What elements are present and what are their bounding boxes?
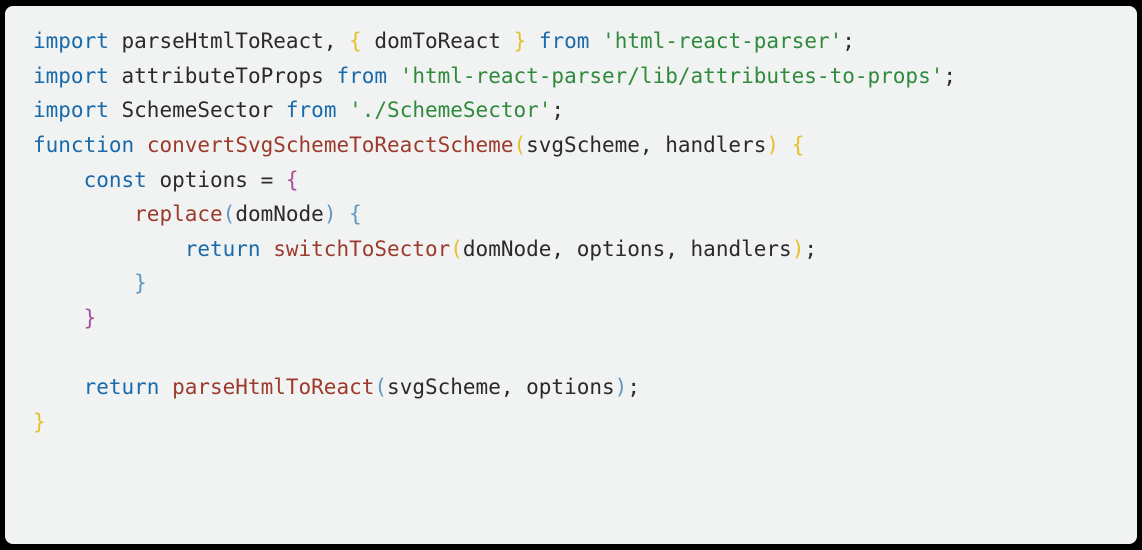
code-token [336,98,349,122]
code-token: function [33,133,134,157]
code-line: } [33,266,1109,301]
code-token: ; [551,98,564,122]
code-token: import [33,64,109,88]
code-token [324,64,337,88]
code-token: return [84,375,160,399]
code-token [779,133,792,157]
code-line: function convertSvgSchemeToReactScheme(s… [33,128,1109,163]
indent [33,237,185,261]
code-token [589,29,602,53]
code-token [159,375,172,399]
code-token: = [248,168,286,192]
code-token [387,64,400,88]
code-token: ( [374,375,387,399]
code-token: handlers [691,237,792,261]
code-block[interactable]: import parseHtmlToReact, { domToReact } … [33,24,1109,440]
code-token: ( [223,202,236,226]
code-line [33,336,1109,371]
indent [33,271,134,295]
code-token: handlers [665,133,766,157]
code-token: { [286,168,299,192]
code-token: ( [513,133,526,157]
code-token [261,237,274,261]
code-line: const options = { [33,163,1109,198]
code-token: options [577,237,666,261]
code-token: from [336,64,387,88]
code-token: replace [134,202,223,226]
code-token: svgScheme [526,133,640,157]
code-line: } [33,301,1109,336]
code-token [501,29,514,53]
code-token: 'html-react-parser' [602,29,842,53]
code-token [362,29,375,53]
code-token: ( [450,237,463,261]
code-token [337,202,350,226]
code-token: ; [627,375,640,399]
code-token: import [33,98,109,122]
code-token [109,29,122,53]
code-token: } [33,410,46,434]
code-token: { [349,29,362,53]
code-token: ) [792,237,805,261]
code-line: } [33,405,1109,440]
code-token: 'html-react-parser/lib/attributes-to-pro… [400,64,944,88]
code-token: options [526,375,615,399]
code-token: domNode [235,202,324,226]
code-token: import [33,29,109,53]
code-token: } [514,29,527,53]
code-token: from [539,29,590,53]
code-token: svgScheme [387,375,501,399]
code-line: replace(domNode) { [33,197,1109,232]
code-token: { [349,202,362,226]
code-token: } [134,271,147,295]
code-token: attributeToProps [122,64,324,88]
code-token: ; [842,29,855,53]
code-token: convertSvgSchemeToReactScheme [147,133,514,157]
code-line: import parseHtmlToReact, { domToReact } … [33,24,1109,59]
code-token: switchToSector [273,237,450,261]
code-line: import attributeToProps from 'html-react… [33,59,1109,94]
code-token: , [501,375,526,399]
code-token: domNode [463,237,552,261]
code-line: import SchemeSector from './SchemeSector… [33,93,1109,128]
code-token: ; [943,64,956,88]
code-token: ) [766,133,779,157]
code-token: options [159,168,248,192]
code-token [134,133,147,157]
code-token: , [665,237,690,261]
code-token: { [792,133,805,157]
code-line: return switchToSector(domNode, options, … [33,232,1109,267]
code-token: , [551,237,576,261]
code-editor-frame: import parseHtmlToReact, { domToReact } … [5,6,1137,544]
code-token: ) [615,375,628,399]
code-token [109,64,122,88]
code-token: const [84,168,147,192]
indent [33,202,134,226]
code-token: from [286,98,337,122]
indent [33,306,84,330]
indent [33,341,84,365]
code-token: parseHtmlToReact [122,29,324,53]
code-token: return [185,237,261,261]
code-token: './SchemeSector' [349,98,551,122]
code-token [109,98,122,122]
code-token: parseHtmlToReact [172,375,374,399]
code-token: domToReact [374,29,500,53]
code-token: ) [324,202,337,226]
code-token: ; [804,237,817,261]
code-token: SchemeSector [122,98,274,122]
indent [33,168,84,192]
indent [33,375,84,399]
code-token: , [640,133,665,157]
code-token [273,98,286,122]
code-token: } [84,306,97,330]
code-token [526,29,539,53]
code-line: return parseHtmlToReact(svgScheme, optio… [33,370,1109,405]
code-token [147,168,160,192]
code-token: , [324,29,349,53]
